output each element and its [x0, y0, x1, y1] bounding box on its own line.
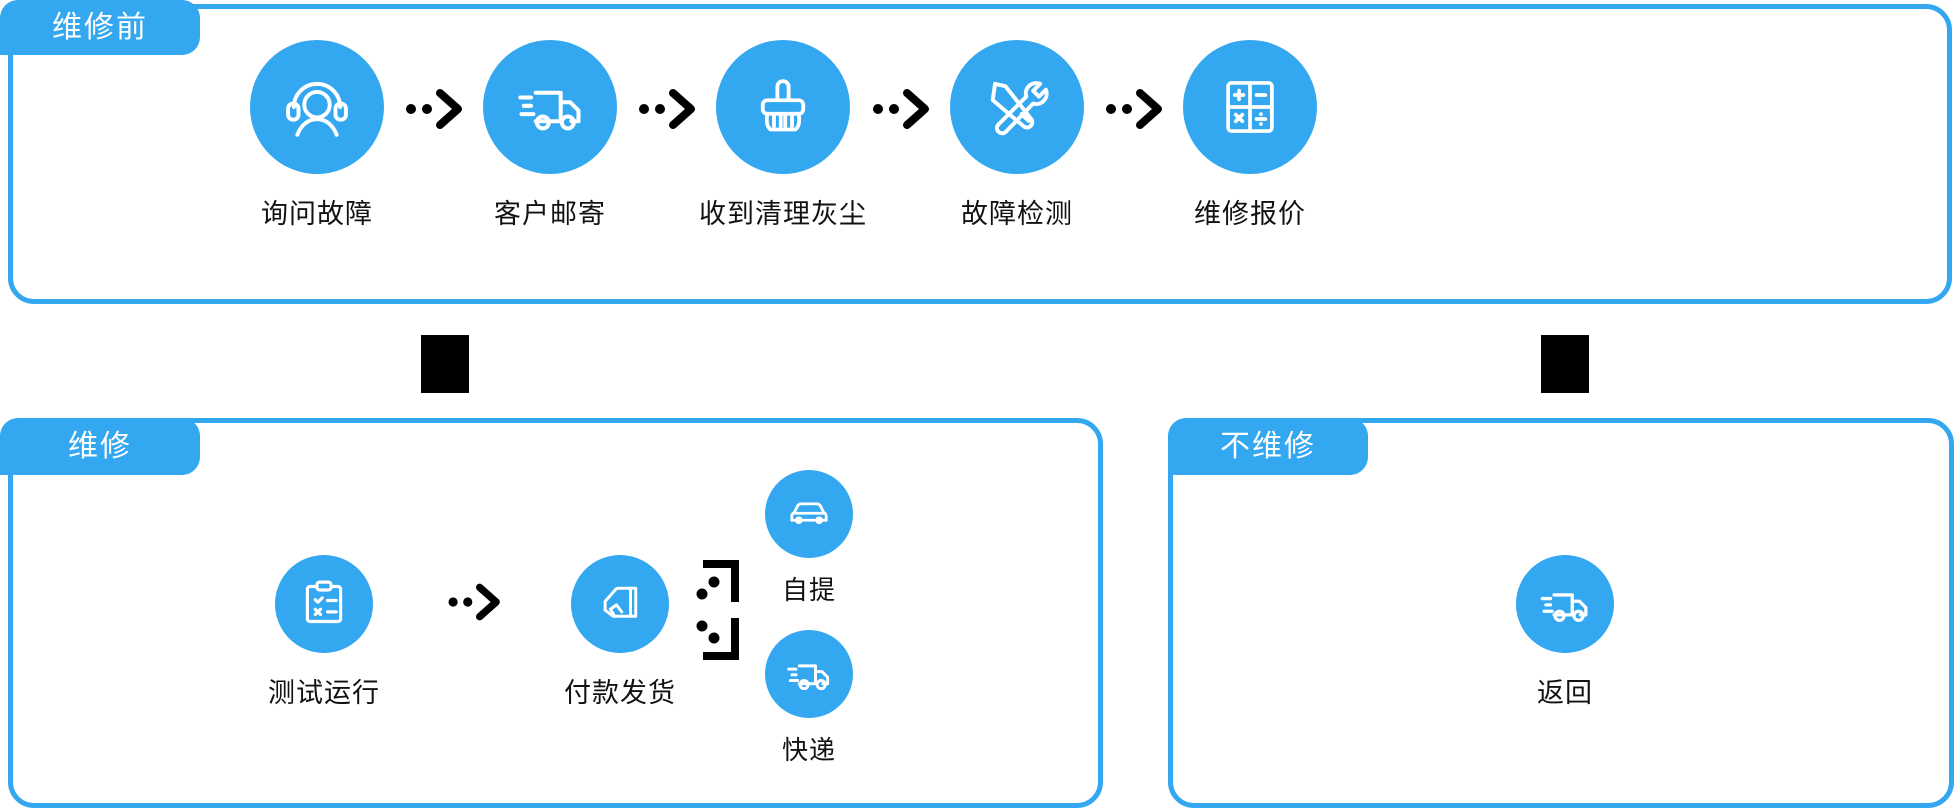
- step-node-fault-detect[interactable]: 故障检测: [950, 40, 1084, 231]
- arrow-step-4-to-5: [1105, 85, 1167, 133]
- step-node-pay-ship[interactable]: 付款发货: [564, 555, 675, 710]
- step-label-clean-dust: 收到清理灰尘: [699, 199, 867, 229]
- step-node-test-run[interactable]: 测试运行: [268, 555, 379, 710]
- cleaning-brush-icon: [760, 79, 806, 132]
- step-bubble-clean-dust: [716, 40, 850, 174]
- return-truck-icon: [1540, 593, 1588, 622]
- step-node-return[interactable]: 返回: [1516, 555, 1614, 710]
- calculator-icon: [1226, 81, 1274, 133]
- headset-support-icon: [286, 81, 348, 137]
- step-node-repair-quote[interactable]: 维修报价: [1183, 40, 1317, 231]
- branch-bubble-courier: [765, 630, 853, 718]
- branch-label-self-pickup: 自提: [781, 575, 836, 605]
- step-bubble-customer-mail: [483, 40, 617, 174]
- panel-tab-no-repair-label: 不维修: [1220, 429, 1316, 463]
- step-node-customer-mail[interactable]: 客户邮寄: [483, 40, 617, 231]
- step-node-clean-dust[interactable]: 收到清理灰尘: [699, 40, 866, 231]
- chevron-right-dotted-arrow: [873, 89, 929, 129]
- delivery-truck-icon: [518, 90, 581, 131]
- step-bubble-ask-fault: [250, 40, 384, 174]
- panel-tab-no-repair[interactable]: 不维修: [1168, 418, 1368, 475]
- chevron-right-dotted-arrow: [406, 89, 462, 129]
- chevron-right-dotted-arrow: [639, 89, 695, 129]
- branch-arrow-to-courier: [693, 600, 743, 662]
- connector-square-to-repair: [421, 335, 469, 393]
- step-label-return: 返回: [1537, 678, 1593, 708]
- arrow-step-3-to-4: [872, 85, 934, 133]
- step-label-pay-ship: 付款发货: [564, 678, 676, 708]
- arrow-step-2-to-3: [638, 85, 700, 133]
- step-bubble-pay-ship: [571, 555, 669, 653]
- branch-node-courier[interactable]: 快递: [765, 630, 853, 767]
- chevron-right-dotted-arrow: [1106, 89, 1162, 129]
- car-pickup-icon: [790, 502, 828, 525]
- courier-truck-icon: [787, 664, 830, 691]
- arrow-repair-1-to-2: [447, 580, 505, 624]
- step-bubble-fault-detect: [950, 40, 1084, 174]
- panel-tab-before-repair[interactable]: 维修前: [0, 0, 200, 55]
- panel-tab-before-repair-label: 维修前: [52, 10, 148, 44]
- diagram-canvas: 维修前 询问故障 客户邮寄 收到清理灰尘 故障检测 维修报价 维修 测试运行 付…: [0, 0, 1960, 808]
- branch-bubble-self-pickup: [765, 470, 853, 558]
- branch-label-courier: 快递: [781, 735, 836, 765]
- step-label-fault-detect: 故障检测: [961, 199, 1073, 229]
- panel-tab-repair-label: 维修: [68, 429, 132, 463]
- hand-card-payment-icon: [603, 586, 638, 618]
- step-label-customer-mail: 客户邮寄: [494, 199, 606, 229]
- arrow-step-1-to-2: [405, 85, 467, 133]
- branch-node-self-pickup[interactable]: 自提: [765, 470, 853, 607]
- clipboard-check-icon: [305, 580, 343, 624]
- step-bubble-repair-quote: [1183, 40, 1317, 174]
- chevron-right-dotted-arrow: [448, 583, 500, 621]
- elbow-arrow-down-right-icon: [696, 618, 739, 660]
- step-bubble-return: [1516, 555, 1614, 653]
- connector-square-to-no-repair: [1541, 335, 1589, 393]
- step-node-ask-fault[interactable]: 询问故障: [250, 40, 384, 231]
- panel-repair: [8, 418, 1103, 808]
- step-label-repair-quote: 维修报价: [1194, 199, 1306, 229]
- wrench-screwdriver-icon: [990, 81, 1049, 136]
- step-bubble-test-run: [275, 555, 373, 653]
- panel-tab-repair[interactable]: 维修: [0, 418, 200, 475]
- step-label-test-run: 测试运行: [268, 678, 380, 708]
- step-label-ask-fault: 询问故障: [261, 199, 373, 229]
